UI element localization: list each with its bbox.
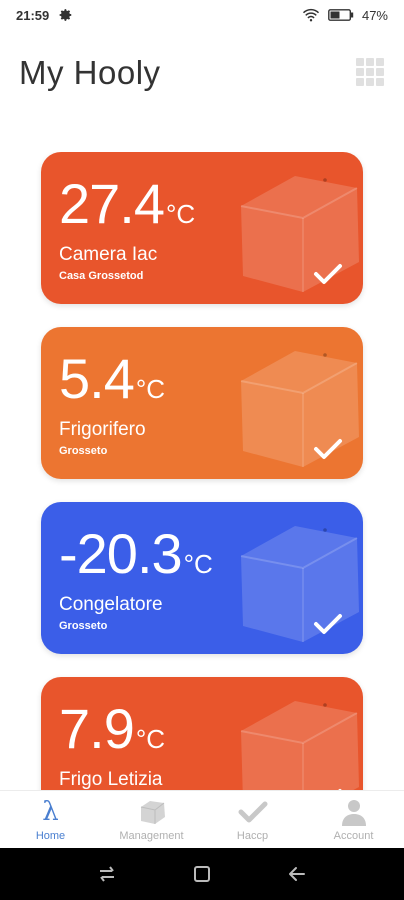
- card-device-name: Congelatore: [59, 594, 163, 615]
- bottom-nav: λ Home Management Haccp Account: [0, 790, 404, 848]
- nav-label: Management: [119, 830, 184, 842]
- recents-icon[interactable]: [96, 863, 118, 885]
- card-temperature: 7.9°C: [59, 697, 166, 760]
- grid-view-icon[interactable]: [356, 58, 384, 86]
- status-time: 21:59: [16, 7, 50, 23]
- temperature-unit: °C: [135, 724, 166, 754]
- system-nav-bar: [0, 848, 404, 900]
- battery-icon: [328, 9, 354, 21]
- card-device-name: Frigo Letizia: [59, 769, 163, 790]
- device-illustration-icon: [240, 526, 359, 642]
- device-card[interactable]: 5.4°C Frigorifero Grosseto: [41, 327, 363, 479]
- check-icon: [238, 801, 267, 823]
- wifi-icon: [302, 8, 320, 22]
- device-illustration-icon: [240, 176, 359, 292]
- nav-account[interactable]: Account: [303, 791, 404, 848]
- card-location: Casa Grossetod: [59, 270, 144, 282]
- lambda-icon: λ: [42, 797, 59, 827]
- card-location: Grosseto: [59, 445, 108, 457]
- temperature-unit: °C: [166, 199, 196, 229]
- card-temperature: 27.4°C: [59, 172, 196, 235]
- settings-gear-icon: [59, 9, 72, 21]
- nav-haccp[interactable]: Haccp: [202, 791, 303, 848]
- nav-label: Haccp: [236, 830, 269, 842]
- temperature-unit: °C: [183, 549, 213, 579]
- device-card[interactable]: -20.3°C Congelatore Grosseto: [41, 502, 363, 654]
- header: My Hooly: [0, 48, 404, 98]
- status-check-icon: [314, 439, 342, 459]
- device-icon: [140, 801, 165, 824]
- nav-home[interactable]: λ Home: [0, 791, 101, 848]
- device-card[interactable]: 27.4°C Camera Iac Casa Grossetod: [41, 152, 363, 304]
- battery-percent: 47%: [361, 7, 388, 23]
- nav-label: Account: [333, 830, 374, 842]
- user-icon: [341, 800, 366, 826]
- status-check-icon: [314, 264, 342, 284]
- card-temperature: -20.3°C: [59, 522, 213, 585]
- device-card-list[interactable]: 27.4°C Camera Iac Casa Grossetod 5.4°C F…: [0, 152, 404, 790]
- status-check-icon: [314, 614, 342, 634]
- nav-label: Home: [35, 830, 66, 842]
- status-bar: 21:59 47%: [0, 0, 404, 30]
- card-device-name: Camera Iac: [59, 244, 158, 265]
- temperature-unit: °C: [135, 374, 166, 404]
- nav-management[interactable]: Management: [101, 791, 202, 848]
- home-square-icon[interactable]: [191, 863, 213, 885]
- device-illustration-icon: [240, 701, 359, 790]
- device-illustration-icon: [240, 351, 359, 467]
- card-location: Grosseto: [59, 620, 108, 632]
- device-card[interactable]: 7.9°C Frigo Letizia: [41, 677, 363, 790]
- card-temperature: 5.4°C: [59, 347, 166, 410]
- back-arrow-icon[interactable]: [286, 863, 308, 885]
- page-title: My Hooly: [19, 54, 161, 91]
- card-device-name: Frigorifero: [59, 419, 146, 440]
